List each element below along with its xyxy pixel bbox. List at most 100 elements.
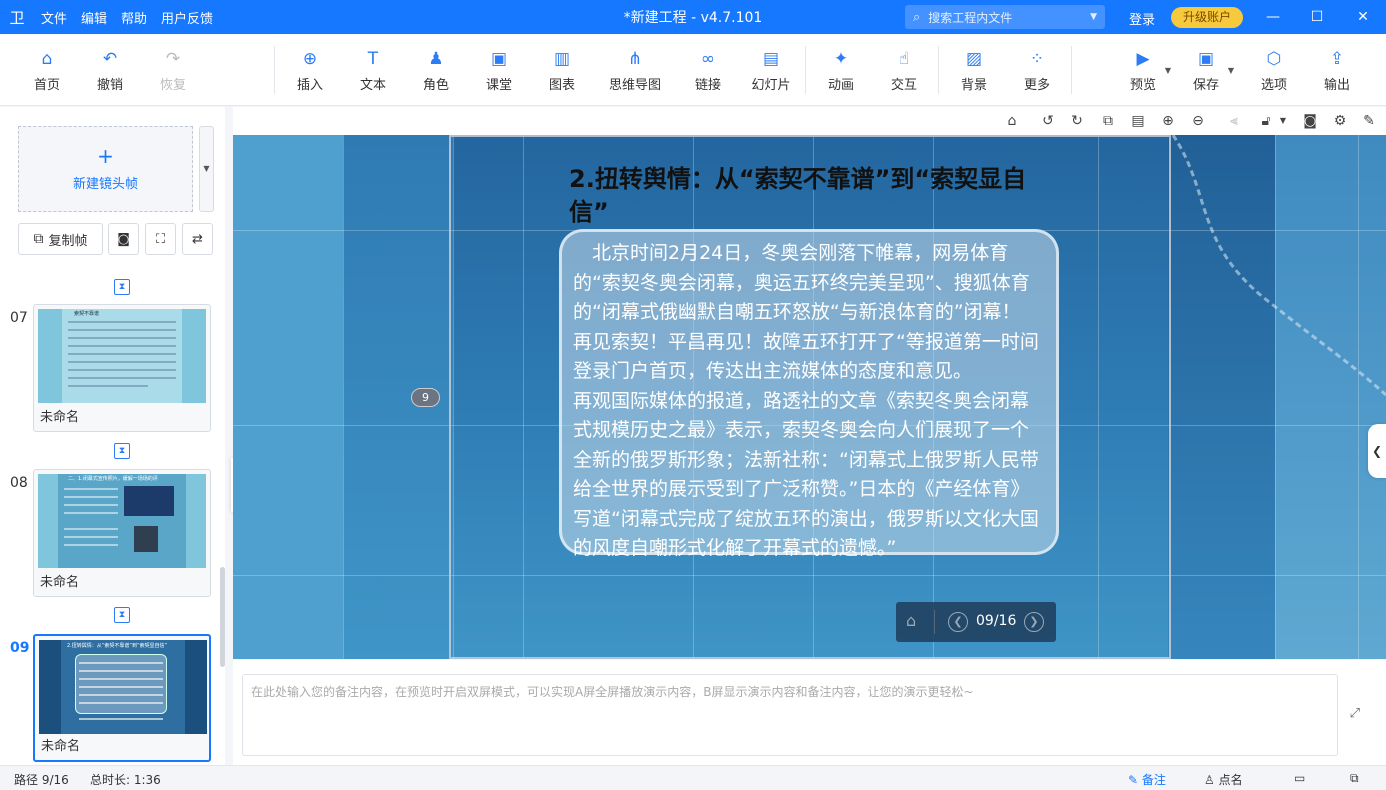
frame-list-scrollbar[interactable]	[220, 567, 225, 667]
thumbnail-text-line	[79, 670, 163, 672]
copy-icon[interactable]: ⧉	[1099, 112, 1117, 130]
undo-button[interactable]: ↶ 撤销	[80, 48, 140, 93]
toolbar-divider	[1071, 46, 1072, 94]
slide-thumbnail-card-active[interactable]: 2.扭转舆情：从“索契不靠谱”到“索契显自信” 未命名	[33, 634, 211, 762]
notes-toggle-button[interactable]: ✎ 备注	[1128, 771, 1166, 788]
transition-icon: ⇄	[192, 231, 203, 247]
save-button[interactable]: ▣ 保存 ▼	[1176, 48, 1236, 93]
next-frame-button[interactable]: ❯	[1024, 612, 1044, 632]
export-button[interactable]: ⇪ 输出	[1307, 48, 1367, 93]
settings-icon[interactable]: ⚙	[1331, 112, 1349, 130]
maximize-button[interactable]: ☐	[1294, 0, 1340, 34]
zoom-out-icon[interactable]: ⊖	[1189, 112, 1207, 130]
slide-title[interactable]: 2.扭转舆情：从“索契不靠谱”到“索契显自信”	[569, 163, 1049, 229]
background-button[interactable]: ▨ 背景	[944, 48, 1004, 93]
redo-button[interactable]: ↷ 恢复	[143, 48, 203, 93]
slide-icon: ▤	[762, 49, 780, 69]
more-button[interactable]: ⁘ 更多	[1007, 48, 1067, 93]
options-button[interactable]: ⬡ 选项	[1244, 48, 1304, 93]
rotate-left-icon[interactable]: ↺	[1039, 112, 1057, 130]
copy-frame-button[interactable]: ⧉ 复制帧	[18, 223, 103, 255]
align-icon[interactable]: ⫷	[1225, 112, 1243, 130]
notes-panel: 在此处输入您的备注内容，在预览时开启双屏模式，可以实现A屏全屏播放演示内容，B屏…	[233, 660, 1386, 765]
chevron-down-icon[interactable]: ▼	[1274, 112, 1292, 130]
editing-canvas[interactable]: 9 2.扭转舆情：从“索契不靠谱”到“索契显自信” 北京时间2月24日，冬奥会刚…	[233, 135, 1386, 659]
close-button[interactable]: ✕	[1340, 0, 1386, 34]
transition-marker-icon[interactable]: ⧗	[114, 279, 130, 295]
link-button[interactable]: ∞ 链接	[678, 48, 738, 93]
collapse-right-panel-button[interactable]: ❮	[1368, 424, 1386, 478]
guide-line	[1358, 135, 1359, 659]
thumbnail-title: 索契不靠谱	[74, 311, 100, 317]
transition-button[interactable]: ⇄	[182, 223, 213, 255]
role-button[interactable]: ♟ 角色	[406, 48, 466, 93]
guide-line	[1275, 135, 1276, 659]
interact-button[interactable]: ☝ 交互	[874, 48, 934, 93]
search-icon: ⌕	[913, 9, 921, 25]
expand-icon[interactable]: ⤢	[1350, 706, 1360, 721]
home-button[interactable]: ⌂ 首页	[17, 48, 77, 93]
edit-icon[interactable]: ✎	[1360, 112, 1378, 130]
new-frame-button[interactable]: + 新建镜头帧	[18, 126, 193, 212]
chevron-down-icon[interactable]: ▼	[1165, 66, 1171, 75]
frame-number-badge[interactable]: 9	[411, 388, 440, 407]
animation-label: 动画	[827, 78, 854, 93]
chevron-down-icon[interactable]: ▼	[1090, 12, 1097, 22]
menu-edit[interactable]: 编辑	[74, 8, 114, 27]
slide-thumbnail-card[interactable]: 索契不靠谱 未命名	[33, 304, 211, 432]
thumbnail-text-line	[68, 353, 176, 355]
animation-button[interactable]: ✦ 动画	[811, 48, 871, 93]
copy-frame-label: 复制帧	[48, 233, 88, 249]
export-icon: ⇪	[1329, 49, 1345, 69]
rollcall-button[interactable]: ♙ 点名	[1204, 771, 1243, 788]
transition-marker-icon[interactable]: ⧗	[114, 443, 130, 459]
new-frame-dropdown[interactable]: ▼	[199, 126, 214, 212]
menu-file[interactable]: 文件	[34, 8, 74, 27]
thumbnail-text-line	[64, 488, 118, 490]
rotate-right-icon[interactable]: ↻	[1068, 112, 1086, 130]
thumbnail-image	[124, 486, 174, 516]
text-button[interactable]: T 文本	[343, 48, 403, 93]
upgrade-account-button[interactable]: 升级账户	[1171, 7, 1243, 28]
preview-button[interactable]: ▶ 预览 ▼	[1113, 48, 1173, 93]
thumbnail-text-line	[68, 361, 176, 363]
background-icon: ▨	[965, 49, 983, 69]
previous-frame-button[interactable]: ❮	[948, 612, 968, 632]
slide-body-text[interactable]: 北京时间2月24日，冬奥会刚落下帷幕，网易体育的“索契冬奥会闭幕，奥运五环终完美…	[573, 239, 1039, 564]
menu-help[interactable]: 帮助	[114, 8, 154, 27]
zoom-in-icon[interactable]: ⊕	[1159, 112, 1177, 130]
text-icon: T	[367, 49, 379, 69]
home-view-icon[interactable]: ⌂	[1003, 112, 1021, 130]
chart-button[interactable]: ▥ 图表	[532, 48, 592, 93]
menu-feedback[interactable]: 用户反馈	[154, 8, 220, 27]
background-image	[233, 135, 343, 659]
slide-thumbnail-card[interactable]: 二、1.闭幕式宣传照片，缓解一场场的评 未命名	[33, 469, 211, 597]
app-logo-icon: 卫	[9, 8, 25, 27]
more-label: 更多	[1023, 78, 1050, 93]
classroom-button[interactable]: ▣ 课堂	[469, 48, 529, 93]
mindmap-label: 思维导图	[608, 78, 661, 93]
dual-screen-icon[interactable]: ▭	[1294, 771, 1305, 785]
insert-icon: ⊕	[302, 49, 318, 69]
insert-button[interactable]: ⊕ 插入	[280, 48, 340, 93]
transition-marker-icon[interactable]: ⧗	[114, 607, 130, 623]
paste-icon[interactable]: ▤	[1129, 112, 1147, 130]
minimize-button[interactable]: —	[1250, 0, 1296, 34]
path-indicator: 路径 9/16	[14, 773, 69, 787]
fit-frame-button[interactable]: ⛶	[145, 223, 176, 255]
project-search-input[interactable]: ⌕ 搜索工程内文件 ▼	[905, 5, 1105, 29]
interact-icon: ☝	[898, 49, 910, 69]
notes-textarea[interactable]: 在此处输入您的备注内容，在预览时开启双屏模式，可以实现A屏全屏播放演示内容，B屏…	[242, 674, 1338, 756]
decorative-light-streak	[1171, 135, 1386, 397]
frame-counter: 09/16	[976, 613, 1017, 629]
screenshot-button[interactable]: ◙	[108, 223, 139, 255]
chevron-down-icon[interactable]: ▼	[1228, 66, 1234, 75]
classroom-icon: ▣	[490, 49, 508, 69]
lock-icon[interactable]: 🔓︎	[1257, 112, 1275, 130]
camera-icon[interactable]: ◙	[1301, 112, 1319, 130]
login-button[interactable]: 登录	[1129, 9, 1155, 28]
home-icon[interactable]: ⌂	[906, 611, 916, 630]
mindmap-button[interactable]: ⋔ 思维导图	[600, 48, 670, 93]
window-mode-icon[interactable]: ⧉	[1350, 771, 1359, 786]
slide-button[interactable]: ▤ 幻灯片	[741, 48, 801, 93]
